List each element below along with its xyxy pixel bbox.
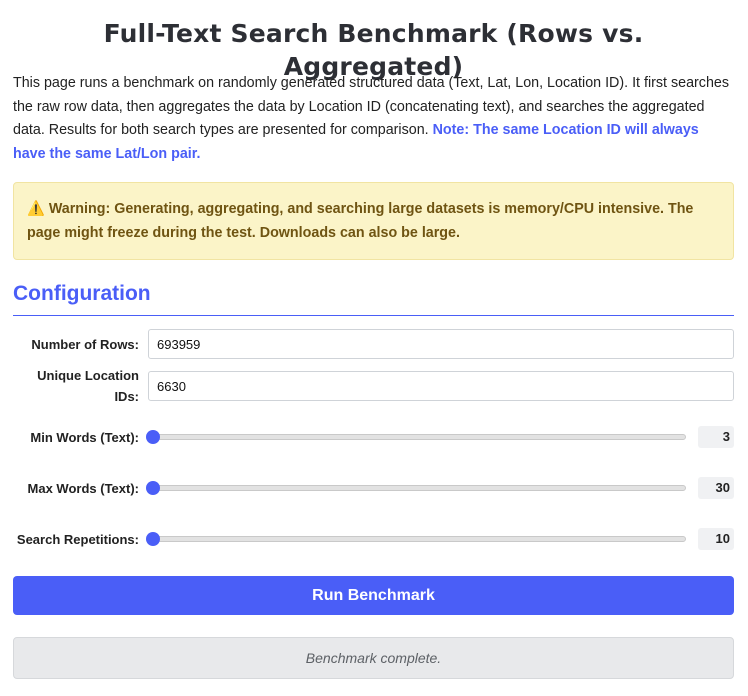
max-words-label: Max Words (Text): xyxy=(27,480,139,496)
intro-paragraph: This page runs a benchmark on randomly g… xyxy=(13,72,734,166)
configuration-heading: Configuration xyxy=(13,282,734,316)
min-words-track[interactable] xyxy=(148,434,686,440)
warning-box: ⚠️ Warning: Generating, aggregating, and … xyxy=(13,182,734,260)
row-min-words: Min Words (Text): 3 xyxy=(13,416,734,458)
number-of-rows-label: Number of Rows: xyxy=(31,336,139,352)
page-title: Full-Text Search Benchmark (Rows vs. Agg… xyxy=(103,19,644,81)
row-number-of-rows: Number of Rows: xyxy=(13,329,734,359)
min-words-slider[interactable] xyxy=(146,427,686,447)
row-search-repetitions: Search Repetitions: 10 xyxy=(13,518,734,560)
run-benchmark-button[interactable]: Run Benchmark xyxy=(13,576,734,615)
page: Full-Text Search Benchmark (Rows vs. Agg… xyxy=(0,0,748,679)
search-repetitions-thumb[interactable] xyxy=(146,532,160,546)
warning-text: Warning: Generating, aggregating, and se… xyxy=(27,201,694,241)
min-words-label: Min Words (Text): xyxy=(30,429,139,445)
row-unique-ids: Unique Location IDs: xyxy=(13,365,734,407)
min-words-value: 3 xyxy=(698,426,734,448)
number-of-rows-input[interactable] xyxy=(148,329,734,359)
min-words-thumb[interactable] xyxy=(146,430,160,444)
max-words-value: 30 xyxy=(698,477,734,499)
search-repetitions-slider[interactable] xyxy=(146,529,686,549)
max-words-thumb[interactable] xyxy=(146,481,160,495)
status-message: Benchmark complete. xyxy=(13,637,734,679)
max-words-slider[interactable] xyxy=(146,478,686,498)
max-words-track[interactable] xyxy=(148,485,686,491)
warning-icon: ⚠️ xyxy=(27,201,45,217)
search-repetitions-track[interactable] xyxy=(148,536,686,542)
config-form: Number of Rows: Unique Location IDs: Min… xyxy=(13,329,734,560)
search-repetitions-value: 10 xyxy=(698,528,734,550)
row-max-words: Max Words (Text): 30 xyxy=(13,467,734,509)
unique-location-ids-input[interactable] xyxy=(148,371,734,401)
search-repetitions-label: Search Repetitions: xyxy=(16,531,139,547)
unique-location-ids-label: Unique Location IDs: xyxy=(37,368,139,404)
